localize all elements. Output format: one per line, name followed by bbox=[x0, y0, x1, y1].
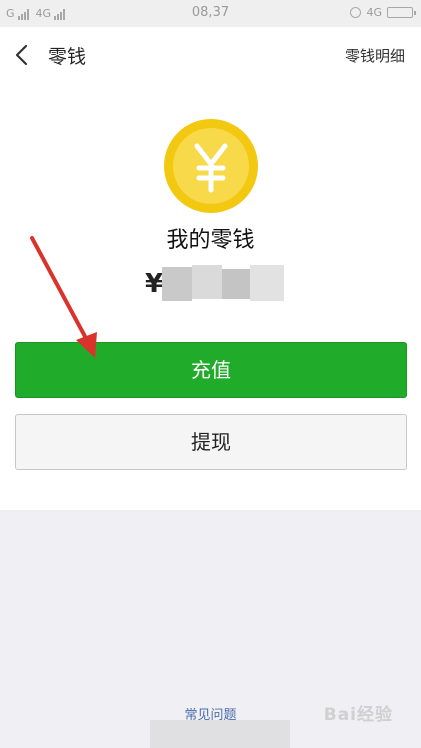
blurred-amount bbox=[162, 267, 192, 301]
blurred-amount bbox=[192, 265, 222, 299]
battery-icon bbox=[387, 7, 416, 18]
network-right-label: 4G bbox=[366, 6, 382, 19]
withdraw-button[interactable]: 提现 bbox=[15, 414, 407, 470]
balance-details-link[interactable]: 零钱明细 bbox=[345, 45, 405, 66]
blurred-region bbox=[150, 720, 290, 748]
coin-icon bbox=[163, 118, 259, 214]
status-right: 4G bbox=[350, 6, 416, 19]
blurred-amount bbox=[250, 265, 284, 301]
balance-amount: ¥ bbox=[0, 265, 421, 305]
recharge-button[interactable]: 充值 bbox=[15, 342, 407, 398]
watermark: Bai经验 bbox=[323, 705, 393, 725]
status-bar: G 4G 08,37 4G bbox=[0, 0, 421, 27]
wallet-heading: 我的零钱 bbox=[166, 228, 255, 253]
blurred-amount bbox=[222, 269, 250, 299]
page-title: 零钱 bbox=[48, 46, 87, 68]
currency-symbol: ¥ bbox=[145, 269, 164, 299]
nav-header: 零钱 零钱明细 bbox=[0, 27, 421, 83]
chevron-left-icon bbox=[15, 44, 28, 66]
alarm-icon bbox=[350, 7, 362, 18]
back-button[interactable] bbox=[12, 43, 34, 67]
